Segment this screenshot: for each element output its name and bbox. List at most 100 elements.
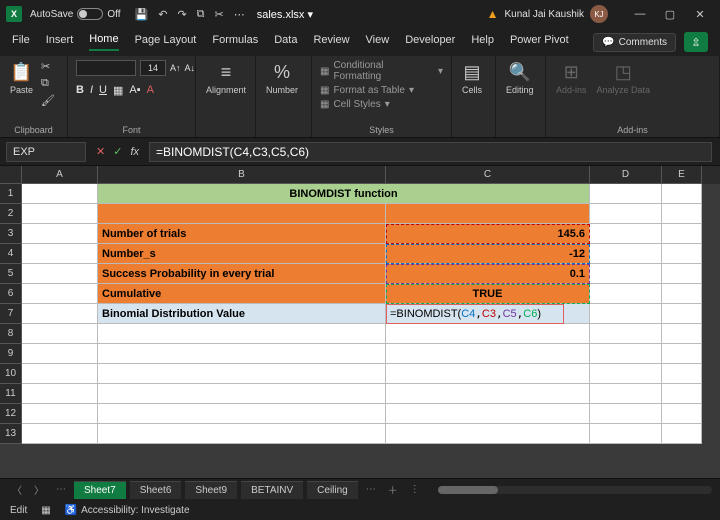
horizontal-scrollbar[interactable] [438,486,712,494]
cell-title[interactable]: BINOMDIST function [98,184,590,204]
copy-icon[interactable]: ⧉ [197,8,205,21]
name-box[interactable]: EXP [6,142,86,162]
cell[interactable]: Cumulative [98,284,386,304]
tab-data[interactable]: Data [274,34,297,50]
redo-icon[interactable]: ↷ [177,8,186,21]
row-header[interactable]: 13 [0,424,22,444]
cell[interactable] [22,244,98,264]
cell[interactable] [662,324,702,344]
cell[interactable] [386,344,590,364]
cell[interactable] [662,424,702,444]
tab-file[interactable]: File [12,34,30,50]
sheet-tab[interactable]: Sheet7 [74,481,126,499]
cell[interactable] [590,244,662,264]
col-header-d[interactable]: D [590,166,662,184]
cell[interactable] [590,384,662,404]
tab-developer[interactable]: Developer [405,34,455,50]
autosave-toggle[interactable]: AutoSave Off [30,8,121,20]
sheet-tab[interactable]: Sheet9 [185,481,237,499]
number-button[interactable]: %Number [264,60,300,97]
col-header-c[interactable]: C [386,166,590,184]
undo-icon[interactable]: ↶ [158,8,167,21]
font-size-input[interactable]: 14 [140,60,166,76]
cell[interactable] [590,204,662,224]
row-header[interactable]: 4 [0,244,22,264]
cell[interactable] [662,404,702,424]
cut-icon[interactable]: ✂ [215,8,224,21]
share-button[interactable]: ⇫ [684,32,708,52]
row-header[interactable]: 12 [0,404,22,424]
cell[interactable] [590,344,662,364]
alignment-button[interactable]: ≡Alignment [204,60,248,97]
cell[interactable] [386,364,590,384]
cell[interactable] [590,424,662,444]
cell[interactable] [22,384,98,404]
format-as-table-button[interactable]: ▦ Format as Table ▾ [320,85,414,96]
cell[interactable] [386,204,590,224]
cell[interactable] [590,324,662,344]
cell[interactable]: Success Probability in every trial [98,264,386,284]
row-header[interactable]: 3 [0,224,22,244]
fill-color-button[interactable]: A▪ [129,84,140,97]
cell[interactable] [98,344,386,364]
cell[interactable] [22,224,98,244]
cell[interactable] [22,324,98,344]
cell[interactable] [590,364,662,384]
active-cell[interactable]: =BINOMDIST(C4,C3,C5,C6) [386,304,590,324]
cell[interactable] [22,304,98,324]
cell[interactable] [22,184,98,204]
sheet-next-icon[interactable]: 〉 [30,482,48,497]
cell[interactable] [98,324,386,344]
row-header[interactable]: 9 [0,344,22,364]
cell[interactable] [662,244,702,264]
cell[interactable]: Binomial Distribution Value [98,304,386,324]
tab-home[interactable]: Home [89,33,118,51]
tab-powerpivot[interactable]: Power Pivot [510,34,569,50]
cell[interactable] [662,204,702,224]
cell[interactable] [662,264,702,284]
tab-help[interactable]: Help [471,34,494,50]
row-header[interactable]: 6 [0,284,22,304]
sheet-overflow-icon[interactable]: ⋯ [362,484,380,495]
row-header[interactable]: 7 [0,304,22,324]
cell[interactable] [590,184,662,204]
cell[interactable] [98,384,386,404]
copy-button[interactable]: ⧉ [41,77,55,90]
cell[interactable] [386,384,590,404]
cell[interactable]: Number_s [98,244,386,264]
save-icon[interactable]: 💾 [135,8,149,21]
tab-formulas[interactable]: Formulas [212,34,258,50]
cell[interactable] [22,284,98,304]
cell[interactable] [662,384,702,404]
conditional-formatting-button[interactable]: ▦ Conditional Formatting ▾ [320,60,443,82]
confirm-formula-icon[interactable]: ✓ [113,145,122,158]
accessibility-status[interactable]: ♿ Accessibility: Investigate [65,505,190,516]
cell[interactable] [98,364,386,384]
comments-button[interactable]: 💬 Comments [593,33,676,52]
cut-button[interactable]: ✂ [41,60,55,73]
row-header[interactable]: 8 [0,324,22,344]
row-header[interactable]: 5 [0,264,22,284]
cell[interactable] [662,284,702,304]
cell[interactable] [98,204,386,224]
sheet-tab[interactable]: BETAINV [241,481,303,499]
tab-review[interactable]: Review [313,34,349,50]
cell[interactable]: 0.1 [386,264,590,284]
status-stats-icon[interactable]: ▦ [41,505,50,516]
sheet-tab[interactable]: Sheet6 [130,481,182,499]
tab-insert[interactable]: Insert [46,34,74,50]
cell[interactable] [22,404,98,424]
cell[interactable] [590,284,662,304]
increase-font-icon[interactable]: A↑ [170,63,181,73]
tab-view[interactable]: View [366,34,390,50]
italic-button[interactable]: I [90,84,93,97]
sheet-tab[interactable]: Ceiling [307,481,358,499]
cell[interactable] [662,184,702,204]
row-header[interactable]: 10 [0,364,22,384]
cell[interactable] [22,364,98,384]
cell[interactable] [98,424,386,444]
col-header-b[interactable]: B [98,166,386,184]
cell[interactable] [590,304,662,324]
bold-button[interactable]: B [76,84,84,97]
cell[interactable]: TRUE [386,284,590,304]
